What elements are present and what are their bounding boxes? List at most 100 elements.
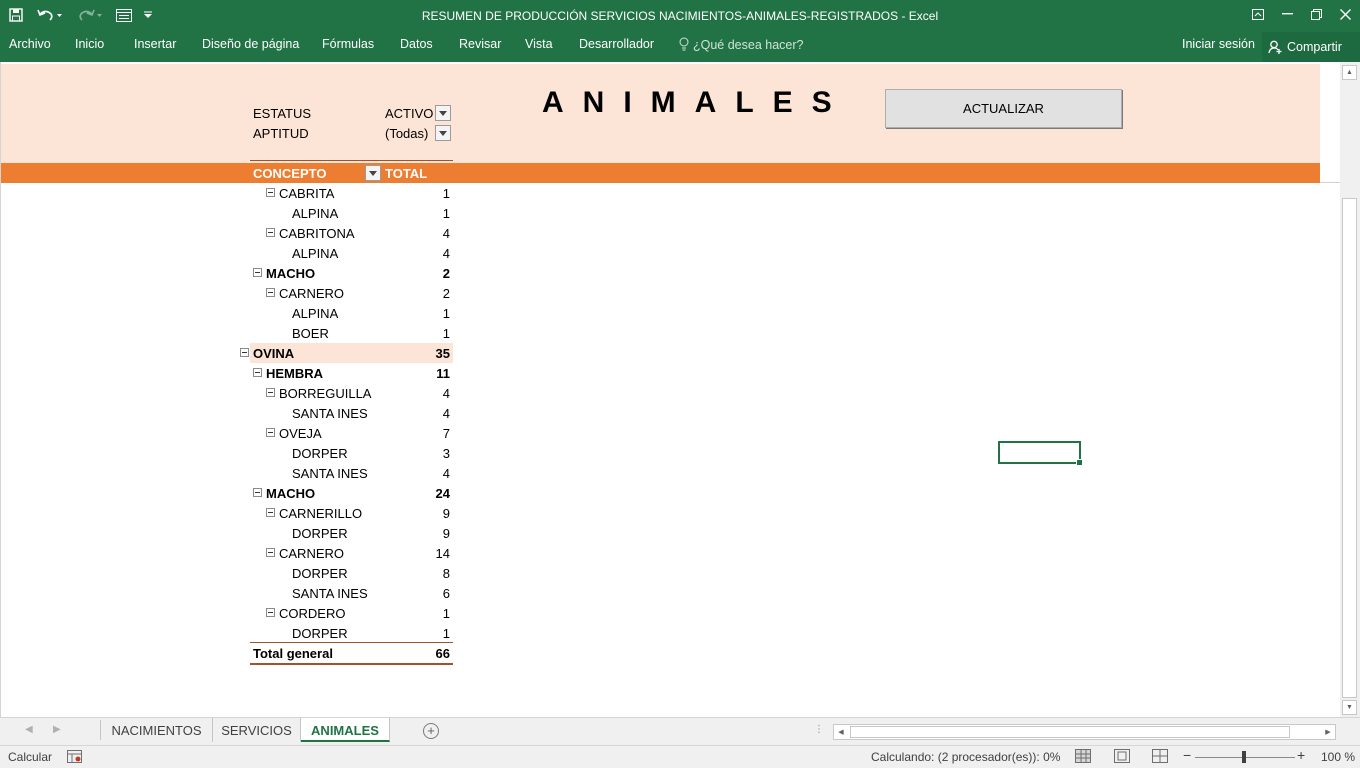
ribbon-display-icon[interactable] (1243, 0, 1273, 28)
collapse-icon[interactable] (266, 508, 275, 517)
pivot-row[interactable]: ALPINA 1 (250, 303, 453, 323)
sign-in-link[interactable]: Iniciar sesión (1182, 37, 1255, 51)
filter-dropdown-aptitud[interactable] (435, 125, 451, 141)
collapse-icon[interactable] (266, 388, 275, 397)
pivot-row[interactable]: ALPINA 1 (250, 203, 453, 223)
pivot-row[interactable]: DORPER 8 (250, 563, 453, 583)
tell-me-text: ¿Qué desea hacer? (693, 38, 804, 52)
pivot-row[interactable]: CARNERO 14 (250, 543, 453, 563)
collapse-icon[interactable] (240, 348, 249, 357)
dropdown-arrow-icon (369, 170, 377, 176)
horizontal-scroll-thumb[interactable] (850, 726, 1290, 738)
close-icon[interactable] (1330, 0, 1360, 28)
pivot-row[interactable]: DORPER 1 (250, 623, 453, 643)
collapse-icon[interactable] (266, 288, 275, 297)
pivot-row-label: CORDERO (279, 606, 346, 621)
scroll-up-icon[interactable]: ▲ (1342, 65, 1357, 80)
pivot-row[interactable]: MACHO 2 (250, 263, 453, 283)
tab-vista[interactable]: Vista (525, 37, 553, 51)
pivot-row[interactable]: SANTA INES 6 (250, 583, 453, 603)
pivot-row[interactable]: CARNERILLO 9 (250, 503, 453, 523)
grand-total-row[interactable]: Total general 66 (250, 643, 453, 663)
scroll-left-icon[interactable]: ◀ (834, 725, 848, 739)
zoom-out-icon[interactable]: − (1183, 747, 1191, 763)
pivot-row[interactable]: HEMBRA 11 (250, 363, 453, 383)
pivot-row-value: 1 (442, 306, 450, 321)
concepto-filter-button[interactable] (365, 165, 381, 181)
pivot-row[interactable]: SANTA INES 4 (250, 463, 453, 483)
add-sheet-icon[interactable]: + (423, 723, 439, 739)
filter-dropdown-estatus[interactable] (435, 105, 451, 121)
tab-datos[interactable]: Datos (400, 37, 433, 51)
zoom-in-icon[interactable]: + (1297, 747, 1305, 763)
zoom-slider-thumb[interactable] (1242, 751, 1246, 763)
pivot-row-value: 2 (442, 266, 450, 281)
pivot-row-label: MACHO (266, 266, 316, 281)
collapse-icon[interactable] (266, 428, 275, 437)
worksheet-grid[interactable]: ESTATUS ACTIVO APTITUD (Todas) ANIMALES … (0, 62, 1340, 717)
pivot-row[interactable]: OVINA 35 (240, 343, 453, 363)
actualizar-button[interactable]: ACTUALIZAR (885, 89, 1122, 128)
pivot-row[interactable]: CABRITA 1 (250, 183, 453, 203)
collapse-icon[interactable] (266, 188, 275, 197)
pivot-row-value: 1 (442, 606, 450, 621)
pivot-row[interactable]: OVEJA 7 (250, 423, 453, 443)
pivot-row-value: 4 (442, 466, 450, 481)
pivot-row[interactable]: BORREGUILLA 4 (250, 383, 453, 403)
horizontal-scrollbar[interactable]: ◀ ▶ (833, 724, 1336, 740)
sheet-tabs-bar: ◀ ▶ NACIMIENTOS SERVICIOS ANIMALES + ⋮ ◀… (0, 717, 1360, 745)
collapse-icon[interactable] (253, 268, 262, 277)
pivot-row[interactable]: BOER 1 (250, 323, 453, 343)
collapse-icon[interactable] (253, 488, 262, 497)
pivot-row[interactable]: MACHO 24 (250, 483, 453, 503)
scroll-down-icon[interactable]: ▼ (1342, 700, 1357, 715)
zoom-level[interactable]: 100 % (1321, 750, 1355, 764)
minimize-icon[interactable] (1272, 0, 1302, 28)
scroll-right-icon[interactable]: ▶ (1321, 725, 1335, 739)
grand-total-label: Total general (253, 646, 333, 661)
sheet-tab-servicios[interactable]: SERVICIOS (213, 718, 301, 742)
sheet-tab-animales[interactable]: ANIMALES (301, 718, 390, 742)
tab-desarrollador[interactable]: Desarrollador (579, 37, 654, 51)
collapse-icon[interactable] (266, 228, 275, 237)
prev-sheet-icon[interactable]: ◀ (25, 724, 33, 735)
restore-icon[interactable] (1301, 0, 1331, 28)
pivot-row[interactable]: DORPER 9 (250, 523, 453, 543)
sheet-tab-nacimientos[interactable]: NACIMIENTOS (101, 718, 213, 742)
collapse-icon[interactable] (253, 368, 262, 377)
normal-view-icon[interactable] (1075, 749, 1091, 763)
tab-insertar[interactable]: Insertar (134, 37, 176, 51)
collapse-icon[interactable] (266, 548, 275, 557)
pivot-row-label: SANTA INES (292, 586, 368, 601)
pivot-row[interactable]: CORDERO 1 (250, 603, 453, 623)
selected-cell[interactable] (998, 441, 1083, 466)
page-layout-view-icon[interactable] (1114, 749, 1130, 763)
tab-inicio[interactable]: Inicio (75, 37, 104, 51)
pivot-row[interactable]: ALPINA 4 (250, 243, 453, 263)
dropdown-arrow-icon (439, 130, 447, 136)
pivot-row-label: DORPER (292, 526, 348, 541)
vertical-scroll-thumb[interactable] (1342, 198, 1357, 698)
pivot-row-label: BOER (292, 326, 329, 341)
splitter-handle-icon[interactable]: ⋮ (814, 724, 824, 735)
share-button[interactable]: Compartir (1262, 32, 1360, 62)
pivot-row[interactable]: CARNERO 2 (250, 283, 453, 303)
collapse-icon[interactable] (266, 608, 275, 617)
vertical-scrollbar[interactable]: ▲ ▼ (1340, 62, 1360, 717)
tab-formulas[interactable]: Fórmulas (322, 37, 374, 51)
pivot-row[interactable]: CABRITONA 4 (250, 223, 453, 243)
next-sheet-icon[interactable]: ▶ (53, 724, 61, 735)
tab-archivo[interactable]: Archivo (9, 37, 51, 51)
page-break-view-icon[interactable] (1152, 749, 1168, 763)
tab-revisar[interactable]: Revisar (459, 37, 501, 51)
filter-value-aptitud: (Todas) (385, 126, 429, 141)
tab-diseno-pagina[interactable]: Diseño de página (202, 37, 299, 51)
window-title: RESUMEN DE PRODUCCIÓN SERVICIOS NACIMIEN… (421, 9, 939, 23)
tell-me-box[interactable]: ¿Qué desea hacer? (679, 37, 804, 52)
pivot-row[interactable]: SANTA INES 4 (250, 403, 453, 423)
pivot-row-label: HEMBRA (266, 366, 324, 381)
macro-record-icon[interactable] (67, 750, 82, 763)
dropdown-arrow-icon (439, 110, 447, 116)
filter-value-estatus: ACTIVO (385, 106, 434, 121)
pivot-row[interactable]: DORPER 3 (250, 443, 453, 463)
